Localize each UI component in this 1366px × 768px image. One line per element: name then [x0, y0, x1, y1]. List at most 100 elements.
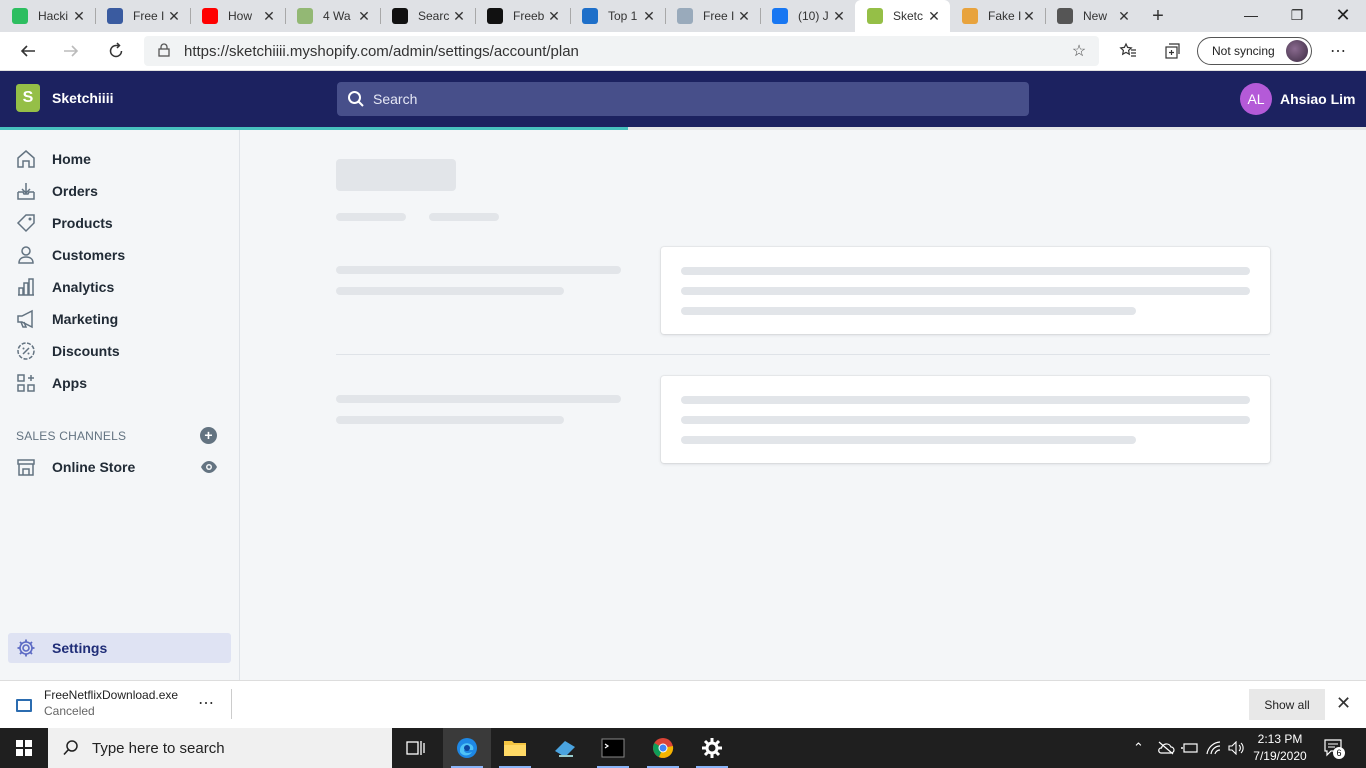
close-tab-icon[interactable]: ✕: [166, 8, 182, 25]
sidebar-item-products[interactable]: Products: [8, 208, 231, 238]
skeleton-card: [661, 376, 1270, 463]
browser-tab[interactable]: Hacki ✕: [0, 0, 95, 32]
collections-icon[interactable]: [1157, 36, 1187, 66]
browser-tab[interactable]: Sketc ✕: [855, 0, 950, 32]
download-more-icon[interactable]: ⋯: [198, 693, 215, 713]
close-tab-icon[interactable]: ✕: [641, 8, 657, 25]
more-options-icon[interactable]: ⋯: [1323, 36, 1353, 66]
task-view-icon[interactable]: [392, 728, 440, 768]
close-tab-icon[interactable]: ✕: [356, 8, 372, 25]
close-tab-icon[interactable]: ✕: [261, 8, 277, 25]
download-filename[interactable]: FreeNetflixDownload.exe: [44, 688, 178, 702]
close-tab-icon[interactable]: ✕: [71, 8, 87, 25]
battery-icon[interactable]: [1181, 728, 1199, 768]
file-icon: [16, 699, 32, 712]
sidebar-item-orders[interactable]: Orders: [8, 176, 231, 206]
terminal-taskbar-icon[interactable]: [589, 728, 637, 768]
close-tab-icon[interactable]: ✕: [736, 8, 752, 25]
settings-taskbar-icon[interactable]: [688, 728, 736, 768]
close-tab-icon[interactable]: ✕: [451, 8, 467, 25]
browser-tab[interactable]: Freeb ✕: [475, 0, 570, 32]
close-download-bar-icon[interactable]: ✕: [1336, 693, 1351, 714]
evernote-icon: [12, 8, 28, 24]
refresh-button[interactable]: [101, 36, 131, 66]
file-explorer-taskbar-icon[interactable]: [491, 728, 539, 768]
close-tab-icon[interactable]: ✕: [926, 8, 942, 25]
browser-tab[interactable]: New ✕: [1045, 0, 1140, 32]
action-center-icon[interactable]: 6: [1324, 728, 1345, 768]
wifi-icon[interactable]: [1206, 728, 1222, 768]
sidebar-item-label: Home: [52, 151, 91, 167]
close-tab-icon[interactable]: ✕: [546, 8, 562, 25]
browser-tab-title: Sketc: [893, 9, 924, 23]
user-avatar[interactable]: AL: [1240, 83, 1272, 115]
show-hidden-icons[interactable]: ⌃: [1133, 728, 1144, 768]
admin-search-input[interactable]: [373, 91, 973, 107]
show-all-downloads-button[interactable]: Show all: [1249, 689, 1325, 720]
browser-tab-title: Hacki: [38, 9, 69, 23]
youtube-icon: [202, 8, 218, 24]
favorites-icon[interactable]: [1113, 36, 1143, 66]
new-tab-button[interactable]: +: [1140, 0, 1176, 32]
browser-tab[interactable]: Free I ✕: [95, 0, 190, 32]
close-tab-icon[interactable]: ✕: [1021, 8, 1037, 25]
section-divider: [336, 354, 1270, 355]
sidebar-item-label: Discounts: [52, 343, 120, 359]
sidebar-item-online-store[interactable]: Online Store: [8, 452, 231, 482]
browser-tab[interactable]: Fake I ✕: [950, 0, 1045, 32]
browser-tab[interactable]: Free I ✕: [665, 0, 760, 32]
browser-tab[interactable]: How ✕: [190, 0, 285, 32]
sidebar-item-marketing[interactable]: Marketing: [8, 304, 231, 334]
browser-tab[interactable]: Top 1 ✕: [570, 0, 665, 32]
minimize-button[interactable]: —: [1228, 0, 1274, 30]
sidebar-item-settings[interactable]: Settings: [8, 633, 231, 663]
restore-button[interactable]: ❐: [1274, 0, 1320, 30]
cloud-sync-icon[interactable]: [1157, 728, 1175, 768]
sidebar-item-home[interactable]: Home: [8, 144, 231, 174]
browser-tab-title: How: [228, 9, 253, 23]
skeleton-line: [681, 267, 1250, 275]
skeleton-section-heading: [336, 395, 621, 403]
close-tab-icon[interactable]: ✕: [831, 8, 847, 25]
skeleton-page-title: [336, 159, 456, 191]
sidebar-item-apps[interactable]: Apps: [8, 368, 231, 398]
taskbar-clock[interactable]: 2:13 PM 7/19/2020: [1245, 731, 1315, 765]
app-taskbar-icon[interactable]: [541, 728, 589, 768]
skeleton-breadcrumb: [429, 213, 499, 221]
add-sales-channel-button[interactable]: +: [200, 427, 217, 444]
user-name[interactable]: Ahsiao Lim: [1280, 91, 1355, 107]
close-window-button[interactable]: ✕: [1320, 0, 1366, 30]
view-store-eye-icon[interactable]: [200, 460, 218, 474]
sidebar-item-analytics[interactable]: Analytics: [8, 272, 231, 302]
colorful-icon: [962, 8, 978, 24]
admin-search-bar[interactable]: [337, 82, 1029, 116]
browser-tab-title: Freeb: [513, 9, 545, 23]
edge-taskbar-icon[interactable]: [443, 728, 491, 768]
browser-tab[interactable]: Searc ✕: [380, 0, 475, 32]
start-button[interactable]: [0, 728, 48, 768]
browser-tab[interactable]: 4 Wa ✕: [285, 0, 380, 32]
sidebar-item-label: Products: [52, 215, 113, 231]
back-arrow-icon: [20, 45, 35, 57]
sidebar-item-label: Customers: [52, 247, 126, 263]
store-name[interactable]: Sketchiiii: [52, 90, 113, 106]
browser-tab[interactable]: (10) J ✕: [760, 0, 855, 32]
favorite-star-icon[interactable]: ☆: [1059, 41, 1099, 61]
forward-button[interactable]: [56, 36, 86, 66]
skeleton-line: [681, 287, 1250, 295]
sidebar-item-discounts[interactable]: Discounts: [8, 336, 231, 366]
shopify-logo-icon[interactable]: S: [16, 84, 40, 112]
profile-sync-button[interactable]: Not syncing: [1197, 37, 1312, 65]
taskbar-search[interactable]: Type here to search: [48, 728, 392, 768]
back-button[interactable]: [13, 36, 43, 66]
sidebar-item-customers[interactable]: Customers: [8, 240, 231, 270]
chrome-taskbar-icon[interactable]: [639, 728, 687, 768]
browser-tab-title: Searc: [418, 9, 450, 23]
tag-icon: [16, 213, 36, 233]
close-tab-icon[interactable]: ✕: [1116, 8, 1132, 25]
address-bar[interactable]: https://sketchiiii.myshopify.com/admin/s…: [144, 36, 1099, 66]
skeleton-section-heading: [336, 266, 621, 274]
volume-icon[interactable]: [1228, 728, 1246, 768]
sidebar-item-label: Online Store: [52, 459, 136, 475]
shopify-icon: [867, 8, 883, 24]
